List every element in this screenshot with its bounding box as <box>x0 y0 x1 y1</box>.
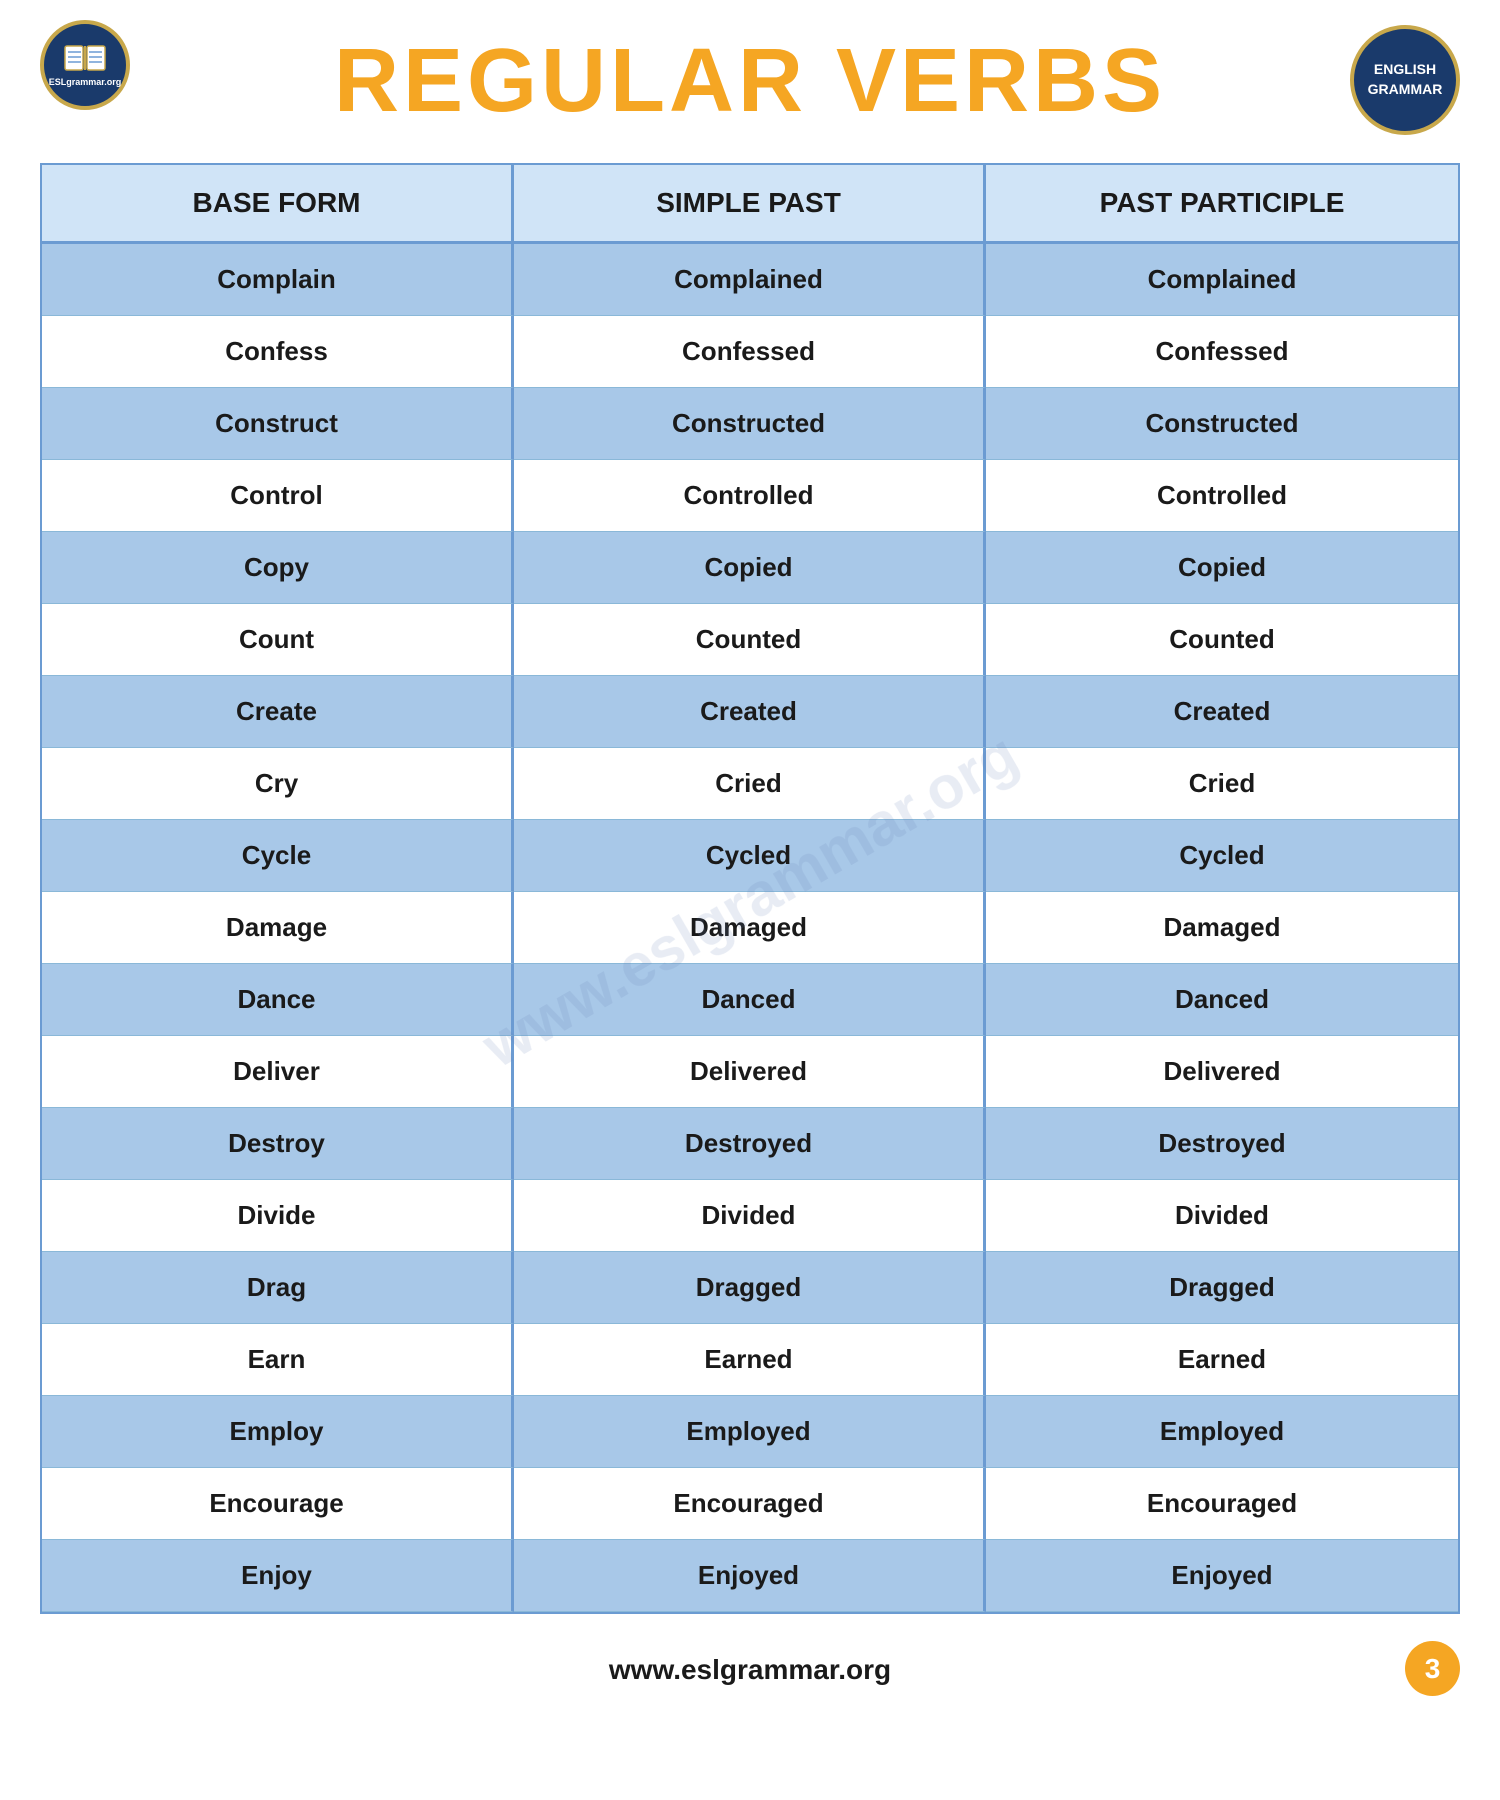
table-cell-13-2: Divided <box>986 1180 1458 1252</box>
table-cell-7-0: Cry <box>42 748 514 820</box>
col-header-simple-past: SIMPLE PAST <box>514 165 986 241</box>
table-cell-11-1: Delivered <box>514 1036 986 1108</box>
table-cell-11-2: Delivered <box>986 1036 1458 1108</box>
table-cell-0-2: Complained <box>986 244 1458 316</box>
table-cell-0-0: Complain <box>42 244 514 316</box>
table-row: ControlControlledControlled <box>42 460 1458 532</box>
table-row: DestroyDestroyedDestroyed <box>42 1108 1458 1180</box>
table-cell-14-1: Dragged <box>514 1252 986 1324</box>
table-cell-3-2: Controlled <box>986 460 1458 532</box>
table-cell-5-2: Counted <box>986 604 1458 676</box>
table-row: EnjoyEnjoyedEnjoyed <box>42 1540 1458 1612</box>
table-cell-10-0: Dance <box>42 964 514 1036</box>
table-cell-6-2: Created <box>986 676 1458 748</box>
table-cell-13-1: Divided <box>514 1180 986 1252</box>
table-row: CountCountedCounted <box>42 604 1458 676</box>
table-cell-15-0: Earn <box>42 1324 514 1396</box>
table-cell-12-1: Destroyed <box>514 1108 986 1180</box>
table-row: ComplainComplainedComplained <box>42 244 1458 316</box>
footer-url: www.eslgrammar.org <box>609 1654 891 1686</box>
table-cell-0-1: Complained <box>514 244 986 316</box>
table-cell-17-2: Encouraged <box>986 1468 1458 1540</box>
book-icon <box>63 42 107 74</box>
table-row: DivideDividedDivided <box>42 1180 1458 1252</box>
table-cell-4-1: Copied <box>514 532 986 604</box>
table-cell-5-1: Counted <box>514 604 986 676</box>
page-header: ESLgrammar.org REGULAR VERBS ENGLISH GRA… <box>0 0 1500 153</box>
table-cell-16-2: Employed <box>986 1396 1458 1468</box>
table-cell-7-2: Cried <box>986 748 1458 820</box>
table-cell-6-0: Create <box>42 676 514 748</box>
table-cell-2-0: Construct <box>42 388 514 460</box>
table-cell-17-0: Encourage <box>42 1468 514 1540</box>
table-row: DragDraggedDragged <box>42 1252 1458 1324</box>
site-logo: ESLgrammar.org <box>40 20 130 110</box>
table-row: CryCriedCried <box>42 748 1458 820</box>
table-cell-2-2: Constructed <box>986 388 1458 460</box>
table-cell-4-2: Copied <box>986 532 1458 604</box>
verbs-table: BASE FORM SIMPLE PAST PAST PARTICIPLE Co… <box>40 163 1460 1614</box>
table-cell-6-1: Created <box>514 676 986 748</box>
table-cell-9-0: Damage <box>42 892 514 964</box>
table-header: BASE FORM SIMPLE PAST PAST PARTICIPLE <box>42 165 1458 244</box>
page-footer: www.eslgrammar.org 3 <box>0 1634 1500 1706</box>
table-cell-8-0: Cycle <box>42 820 514 892</box>
table-cell-8-2: Cycled <box>986 820 1458 892</box>
table-cell-10-2: Danced <box>986 964 1458 1036</box>
page-number: 3 <box>1405 1641 1460 1696</box>
table-cell-18-2: Enjoyed <box>986 1540 1458 1612</box>
table-cell-11-0: Deliver <box>42 1036 514 1108</box>
table-row: DanceDancedDanced <box>42 964 1458 1036</box>
table-cell-18-0: Enjoy <box>42 1540 514 1612</box>
table-row: ConfessConfessedConfessed <box>42 316 1458 388</box>
table-cell-14-2: Dragged <box>986 1252 1458 1324</box>
table-cell-15-1: Earned <box>514 1324 986 1396</box>
page-title: REGULAR VERBS <box>334 30 1166 133</box>
badge-line2: GRAMMAR <box>1368 80 1443 100</box>
table-cell-2-1: Constructed <box>514 388 986 460</box>
col-header-past-participle: PAST PARTICIPLE <box>986 165 1458 241</box>
table-cell-4-0: Copy <box>42 532 514 604</box>
grammar-badge: ENGLISH GRAMMAR <box>1350 25 1460 135</box>
table-cell-16-1: Employed <box>514 1396 986 1468</box>
table-cell-18-1: Enjoyed <box>514 1540 986 1612</box>
table-cell-17-1: Encouraged <box>514 1468 986 1540</box>
table-cell-9-1: Damaged <box>514 892 986 964</box>
table-row: EarnEarnedEarned <box>42 1324 1458 1396</box>
table-row: CreateCreatedCreated <box>42 676 1458 748</box>
logo-text: ESLgrammar.org <box>49 77 122 88</box>
col-header-base: BASE FORM <box>42 165 514 241</box>
table-row: CopyCopiedCopied <box>42 532 1458 604</box>
table-body: ComplainComplainedComplainedConfessConfe… <box>42 244 1458 1612</box>
table-row: ConstructConstructedConstructed <box>42 388 1458 460</box>
table-row: EmployEmployedEmployed <box>42 1396 1458 1468</box>
table-row: DeliverDeliveredDelivered <box>42 1036 1458 1108</box>
table-cell-3-1: Controlled <box>514 460 986 532</box>
table-cell-5-0: Count <box>42 604 514 676</box>
table-cell-14-0: Drag <box>42 1252 514 1324</box>
table-cell-8-1: Cycled <box>514 820 986 892</box>
table-cell-10-1: Danced <box>514 964 986 1036</box>
table-cell-13-0: Divide <box>42 1180 514 1252</box>
table-cell-7-1: Cried <box>514 748 986 820</box>
table-cell-1-0: Confess <box>42 316 514 388</box>
table-cell-16-0: Employ <box>42 1396 514 1468</box>
badge-line1: ENGLISH <box>1374 60 1436 80</box>
table-cell-15-2: Earned <box>986 1324 1458 1396</box>
table-row: DamageDamagedDamaged <box>42 892 1458 964</box>
table-cell-1-1: Confessed <box>514 316 986 388</box>
table-row: EncourageEncouragedEncouraged <box>42 1468 1458 1540</box>
table-cell-9-2: Damaged <box>986 892 1458 964</box>
table-cell-3-0: Control <box>42 460 514 532</box>
table-cell-12-2: Destroyed <box>986 1108 1458 1180</box>
table-row: CycleCycledCycled <box>42 820 1458 892</box>
table-cell-12-0: Destroy <box>42 1108 514 1180</box>
table-cell-1-2: Confessed <box>986 316 1458 388</box>
